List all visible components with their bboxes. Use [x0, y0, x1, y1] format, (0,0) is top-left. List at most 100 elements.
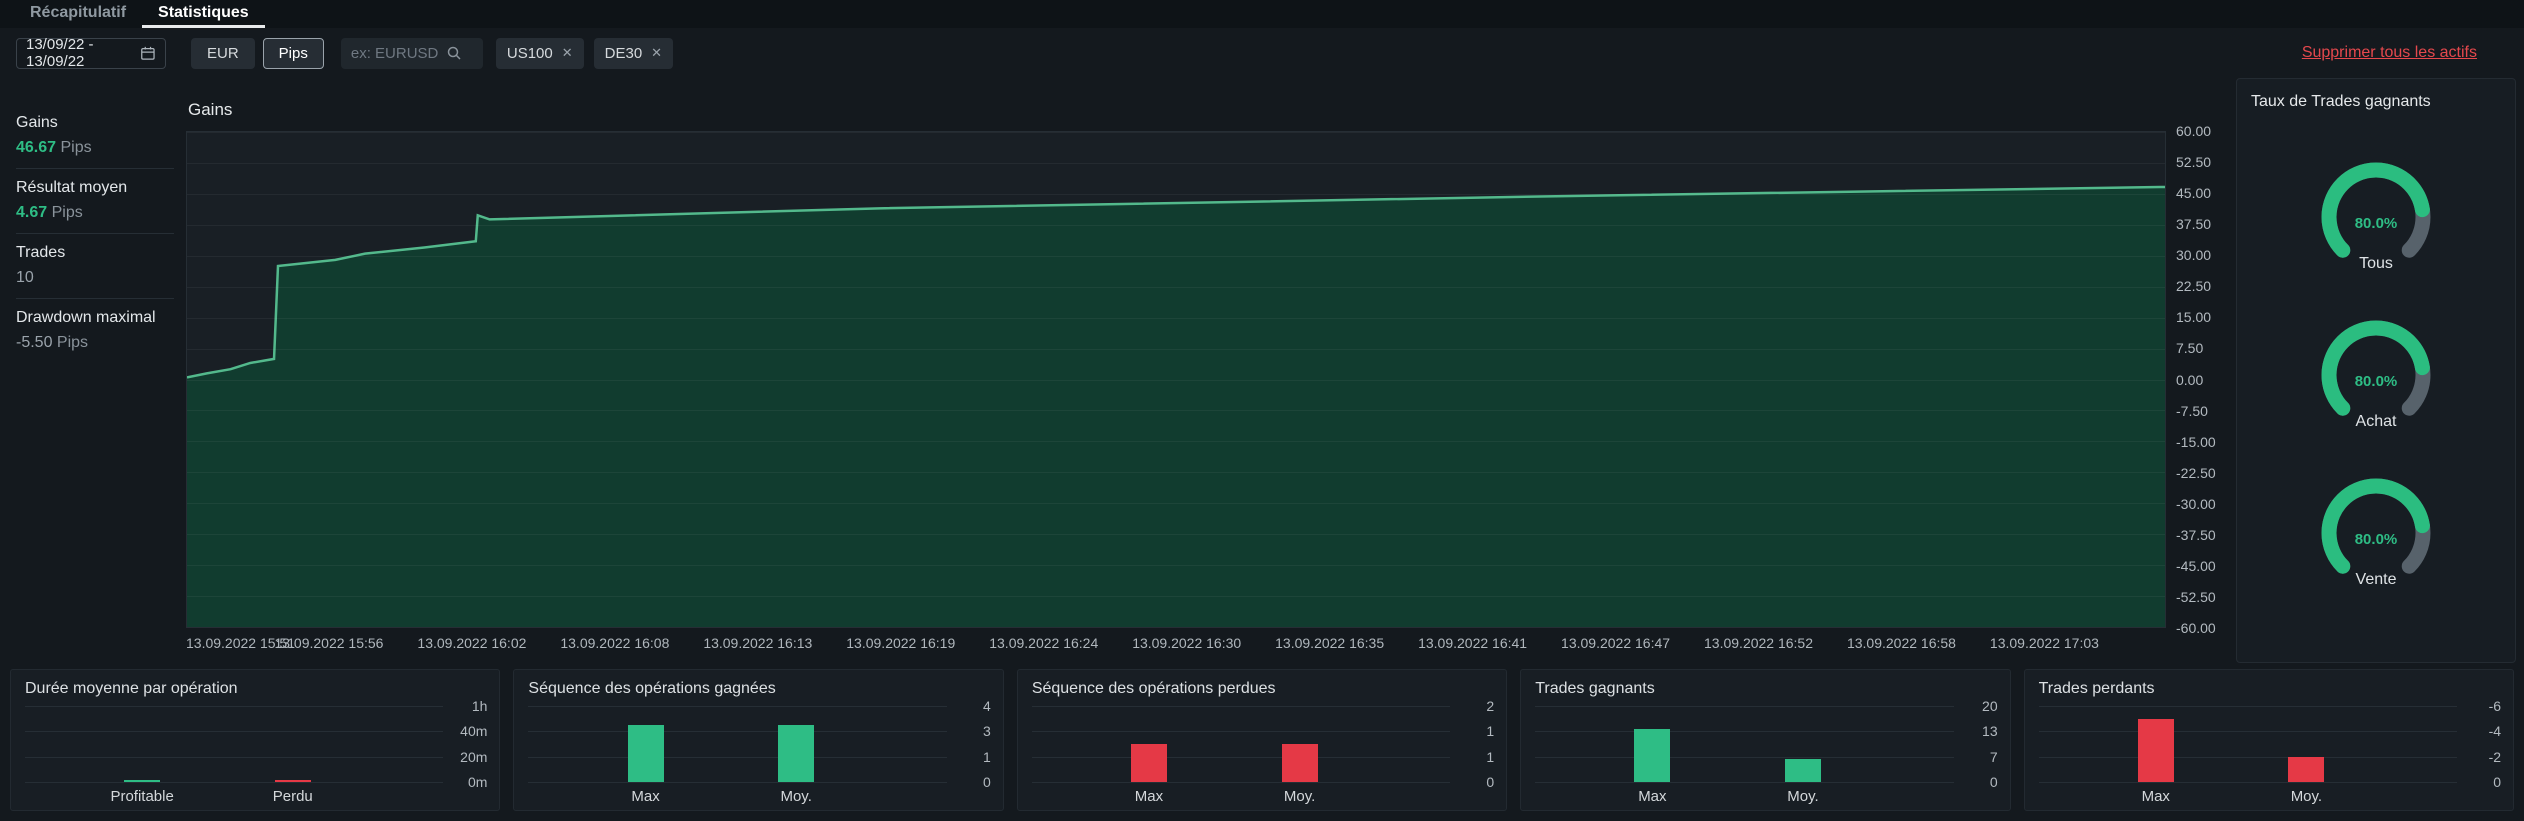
gauge-arc: 80.0% — [2314, 471, 2438, 595]
mini-bar-moy — [778, 725, 815, 782]
mini-chart-plot — [1535, 706, 1954, 783]
mini-chart-ticks: 1h 40m 20m 0m — [443, 698, 488, 790]
gauge-arc: 80.0% — [2314, 155, 2438, 279]
win-rate-gauge: 80.0% Tous — [2251, 155, 2501, 273]
mini-tick-label: 0 — [1989, 774, 1998, 790]
mini-chart-body: Max Moy. 4 3 1 0 — [528, 698, 991, 806]
mini-chart-plot — [528, 706, 947, 783]
gridline — [25, 706, 444, 707]
main-content: Gains 46.67 Pips Résultat moyen 4.67 Pip… — [0, 78, 2524, 663]
gridline — [528, 706, 947, 707]
gains-area-chart[interactable] — [186, 131, 2166, 628]
gridline — [1535, 756, 1954, 758]
y-tick-label: -60.00 — [2176, 620, 2216, 636]
mini-bar-label: Max — [631, 788, 660, 805]
mini-tick-label: 40m — [460, 723, 488, 740]
asset-tag[interactable]: DE30 ✕ — [593, 37, 674, 69]
mini-tick-label: 1h — [471, 698, 488, 714]
y-tick-label: 7.50 — [2176, 340, 2204, 357]
gridline — [1031, 706, 1451, 707]
mini-tick-label: 7 — [1989, 748, 1998, 765]
asset-search-input[interactable]: ex: EURUSD — [340, 37, 483, 69]
asset-tag[interactable]: US100 ✕ — [495, 37, 584, 69]
mini-chart-panel: Trades perdants Max Moy. -6 -4 -2 0 — [2023, 669, 2515, 811]
mini-chart-plot — [2038, 706, 2458, 783]
y-tick-label: 15.00 — [2176, 309, 2212, 326]
mini-chart-plot — [1031, 706, 1451, 783]
mini-chart-body: Max Moy. 20 13 7 0 — [1535, 698, 1998, 806]
mini-bar-label: Moy. — [1787, 788, 1819, 805]
mini-chart-categories: Max Moy. — [528, 782, 946, 806]
stat-value: -5.50 — [16, 334, 53, 351]
mini-tick-label: 20 — [1982, 698, 1998, 714]
y-tick-label: -15.00 — [2176, 433, 2216, 450]
tab-statistiques[interactable]: Statistiques — [142, 0, 265, 28]
gridline — [1031, 731, 1451, 733]
mini-chart-body: Max Moy. -6 -4 -2 0 — [2038, 698, 2502, 806]
x-axis-labels: 13.09.2022 15:51 13.09.2022 15:56 13.09.20… — [186, 628, 2166, 656]
gauge-percent: 80.0% — [2354, 214, 2398, 232]
search-icon — [448, 46, 461, 60]
y-tick-label: 37.50 — [2176, 216, 2212, 233]
mini-bar-label: Max — [1638, 788, 1667, 805]
gridline — [2038, 706, 2458, 707]
delete-all-assets-link[interactable]: Supprimer tous les actifs — [2302, 44, 2477, 62]
mini-bar-label: Perdu — [272, 788, 313, 805]
unit-pips-button[interactable]: Pips — [262, 37, 324, 69]
win-rate-gauge: 80.0% Vente — [2251, 471, 2501, 589]
gridline — [528, 731, 947, 733]
mini-chart-ticks: 4 3 1 0 — [947, 698, 991, 790]
remove-tag-icon[interactable]: ✕ — [651, 45, 662, 61]
mini-bar-moy — [1784, 759, 1821, 782]
x-tick-label: 13.09.2022 16:30 — [1132, 635, 1242, 651]
x-tick-label: 13.09.2022 16:08 — [560, 635, 670, 651]
asset-tags: US100 ✕ DE30 ✕ — [495, 37, 674, 69]
date-range-input[interactable]: 13/09/22 - 13/09/22 — [16, 36, 166, 70]
gridline — [2038, 731, 2458, 733]
stat-item: Trades 10 — [16, 234, 174, 299]
y-tick-label: 45.00 — [2176, 185, 2212, 202]
mini-tick-label: -4 — [2488, 723, 2502, 740]
gauge-percent: 80.0% — [2354, 372, 2398, 390]
stat-value-row: -5.50 Pips — [16, 334, 174, 352]
mini-chart-ticks: -6 -4 -2 0 — [2457, 698, 2502, 790]
stat-label: Trades — [16, 244, 66, 261]
x-tick-label: 13.09.2022 16:58 — [1846, 635, 1956, 651]
mini-chart-ticks: 2 1 1 0 — [1450, 698, 1495, 790]
currency-button[interactable]: EUR — [191, 37, 255, 69]
x-tick-label: 13.09.2022 17:03 — [1989, 635, 2099, 651]
y-tick-label: -30.00 — [2176, 495, 2216, 512]
mini-bar-max — [627, 725, 664, 782]
asset-tag-label: DE30 — [604, 44, 643, 62]
stat-label: Drawdown maximal — [16, 309, 156, 326]
mini-chart-left: Max Moy. — [1535, 706, 1954, 806]
y-axis-labels: 60.00 52.50 45.00 37.50 30.00 22.50 15.00 7.50 0… — [2166, 123, 2224, 636]
gridline — [1535, 731, 1954, 733]
mini-chart-panel: Trades gagnants Max Moy. 20 13 7 0 — [1520, 669, 2011, 811]
remove-tag-icon[interactable]: ✕ — [562, 45, 573, 61]
mini-bar-moy — [2288, 756, 2325, 782]
mini-chart-categories: Profitable Perdu — [25, 782, 443, 806]
gridline — [25, 731, 444, 733]
mini-tick-label: 4 — [983, 698, 991, 714]
gridline — [25, 756, 444, 758]
tab-recapitulatif[interactable]: Récapitulatif — [14, 0, 142, 28]
mini-bar-label: Profitable — [110, 788, 174, 805]
calendar-icon[interactable] — [140, 44, 156, 62]
gridline — [2038, 756, 2458, 758]
x-tick-label: 13.09.2022 16:47 — [1561, 635, 1671, 651]
stat-value: 4.67 — [16, 204, 48, 221]
stat-item: Résultat moyen 4.67 Pips — [16, 169, 174, 234]
mini-bar-label: Max — [1134, 788, 1164, 805]
stat-value-row: 4.67 Pips — [16, 204, 174, 222]
x-tick-label: 13.09.2022 16:35 — [1275, 635, 1385, 651]
mini-tick-label: 1 — [1486, 748, 1495, 765]
search-placeholder: ex: EURUSD — [350, 44, 439, 62]
mini-bar-label: Moy. — [2290, 788, 2323, 805]
mini-chart-left: Profitable Perdu — [25, 706, 444, 806]
win-rate-title: Taux de Trades gagnants — [2251, 93, 2431, 110]
stat-label: Gains — [16, 114, 58, 131]
mini-bar-max — [2137, 718, 2174, 782]
y-tick-label: -45.00 — [2176, 557, 2216, 574]
x-tick-label: 13.09.2022 16:24 — [989, 635, 1099, 651]
